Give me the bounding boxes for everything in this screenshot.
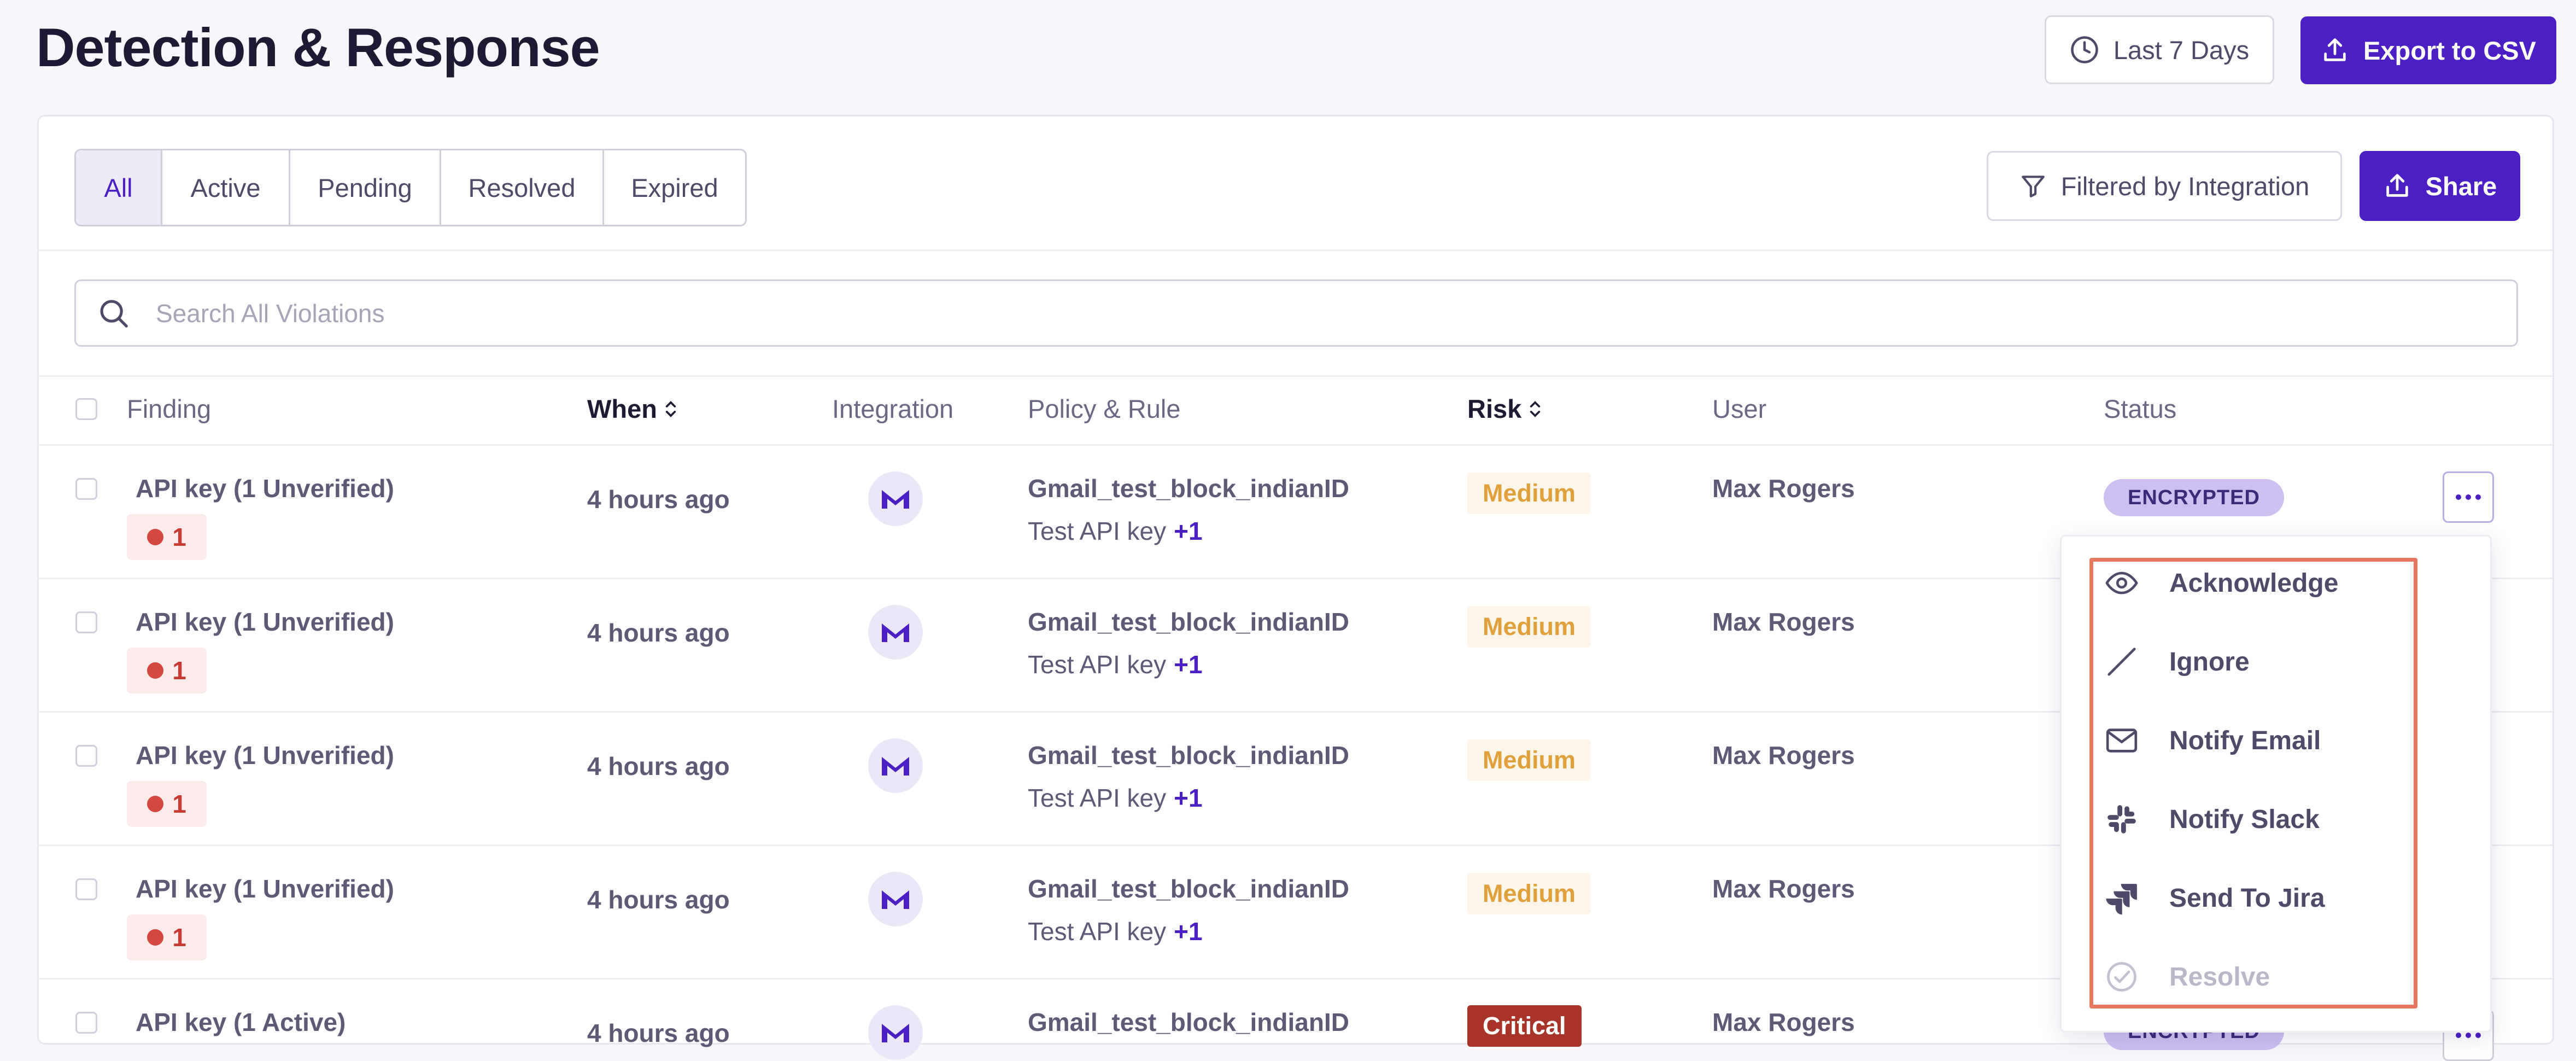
policy-name: Gmail_test_block_indianID: [1028, 741, 1349, 769]
alert-dot-icon: [147, 929, 164, 946]
export-label: Export to CSV: [2363, 36, 2536, 65]
divider: [38, 444, 2553, 446]
m-logo-icon: [868, 471, 923, 526]
status-badge: ENCRYPTED: [2104, 479, 2284, 516]
column-header-when[interactable]: When: [587, 394, 678, 424]
rule-text: Test API key +1: [1028, 517, 1203, 545]
risk-badge: Medium: [1467, 739, 1591, 781]
rule-extra-count[interactable]: +1: [1174, 784, 1202, 812]
risk-badge: Critical: [1467, 1005, 1582, 1047]
column-header-status: Status: [2104, 394, 2177, 423]
when-text: 4 hours ago: [587, 1019, 730, 1047]
row-checkbox[interactable]: [75, 878, 97, 900]
column-header-finding: Finding: [127, 394, 212, 423]
user-name: Max Rogers: [1712, 474, 1855, 503]
search-icon: [100, 299, 128, 328]
filter-icon: [2021, 176, 2045, 197]
status-tabs: All Active Pending Resolved Expired: [74, 149, 747, 226]
upload-icon: [2324, 38, 2346, 61]
user-name: Max Rogers: [1712, 875, 1855, 903]
menu-item-send-to-jira[interactable]: Send To Jira: [2104, 871, 2388, 925]
m-logo-icon: [868, 605, 923, 660]
filter-button[interactable]: Filtered by Integration: [1987, 151, 2342, 221]
finding-count-badge: 1: [127, 514, 207, 560]
sort-icon: [665, 400, 676, 417]
jira-icon: [2104, 880, 2140, 916]
column-header-user: User: [1712, 394, 1767, 423]
tab-active[interactable]: Active: [162, 150, 290, 225]
share-label: Share: [2425, 171, 2497, 201]
when-text: 4 hours ago: [587, 619, 730, 647]
alert-dot-icon: [147, 662, 164, 679]
policy-name: Gmail_test_block_indianID: [1028, 875, 1349, 903]
m-logo-icon: [868, 738, 923, 793]
menu-item-acknowledge[interactable]: Acknowledge: [2104, 556, 2388, 610]
envelope-icon: [2104, 722, 2140, 759]
column-header-policy-rule: Policy & Rule: [1028, 394, 1181, 423]
sort-icon: [1530, 400, 1541, 417]
slash-icon: [2104, 644, 2140, 680]
search-bar: [74, 279, 2518, 347]
row-checkbox[interactable]: [75, 478, 97, 500]
alert-dot-icon: [147, 796, 164, 812]
menu-item-notify-email[interactable]: Notify Email: [2104, 713, 2388, 768]
filter-label: Filtered by Integration: [2060, 171, 2310, 201]
risk-badge: Medium: [1467, 606, 1591, 648]
policy-name: Gmail_test_block_indianID: [1028, 608, 1349, 636]
eye-icon: [2104, 565, 2140, 601]
finding-text[interactable]: API key (1 Unverified): [136, 474, 394, 503]
row-checkbox[interactable]: [75, 1012, 97, 1034]
menu-item-ignore[interactable]: Ignore: [2104, 634, 2388, 689]
more-actions-button[interactable]: [2443, 471, 2494, 523]
menu-item-notify-slack[interactable]: Notify Slack: [2104, 792, 2388, 847]
row-checkbox[interactable]: [75, 745, 97, 767]
user-name: Max Rogers: [1712, 741, 1855, 769]
row-checkbox[interactable]: [75, 611, 97, 633]
finding-text[interactable]: API key (1 Unverified): [136, 741, 394, 770]
date-range-label: Last 7 Days: [2113, 35, 2250, 65]
page-title: Detection & Response: [36, 17, 600, 78]
tab-pending[interactable]: Pending: [290, 150, 441, 225]
finding-text[interactable]: API key (1 Unverified): [136, 874, 394, 903]
menu-item-resolve[interactable]: Resolve: [2104, 949, 2388, 1004]
rule-text: Test API key +1: [1028, 650, 1203, 679]
column-header-integration: Integration: [832, 394, 954, 423]
finding-text[interactable]: API key (1 Unverified): [136, 607, 394, 637]
divider: [38, 375, 2553, 377]
alert-dot-icon: [147, 529, 164, 545]
user-name: Max Rogers: [1712, 608, 1855, 636]
column-header-risk[interactable]: Risk: [1467, 394, 1542, 424]
divider: [38, 249, 2553, 251]
finding-count-badge: 1: [127, 914, 207, 960]
finding-count-badge: 1: [127, 781, 207, 827]
rule-extra-count[interactable]: +1: [1174, 517, 1202, 545]
search-input[interactable]: [155, 298, 2453, 329]
policy-name: Gmail_test_block_indianID: [1028, 474, 1349, 503]
rule-extra-count[interactable]: +1: [1174, 650, 1202, 679]
m-logo-icon: [868, 1005, 923, 1060]
tab-resolved[interactable]: Resolved: [441, 150, 604, 225]
date-range-button[interactable]: Last 7 Days: [2045, 15, 2274, 84]
m-logo-icon: [868, 872, 923, 926]
finding-count-badge: 1: [127, 648, 207, 693]
slack-icon: [2104, 801, 2140, 837]
rule-text: Test API key +1: [1028, 784, 1203, 812]
rule-extra-count[interactable]: +1: [1174, 917, 1202, 946]
risk-badge: Medium: [1467, 473, 1591, 514]
check-circle-icon: [2104, 959, 2140, 995]
when-text: 4 hours ago: [587, 885, 730, 914]
export-csv-button[interactable]: Export to CSV: [2300, 16, 2556, 84]
select-all-checkbox[interactable]: [75, 398, 97, 420]
share-icon: [2386, 174, 2408, 197]
risk-badge: Medium: [1467, 873, 1591, 914]
tab-expired[interactable]: Expired: [604, 150, 745, 225]
clock-icon: [2071, 36, 2098, 63]
rule-text: Test API key +1: [1028, 917, 1203, 946]
tab-all[interactable]: All: [76, 150, 162, 225]
when-text: 4 hours ago: [587, 485, 730, 514]
share-button[interactable]: Share: [2360, 151, 2520, 221]
when-text: 4 hours ago: [587, 752, 730, 780]
